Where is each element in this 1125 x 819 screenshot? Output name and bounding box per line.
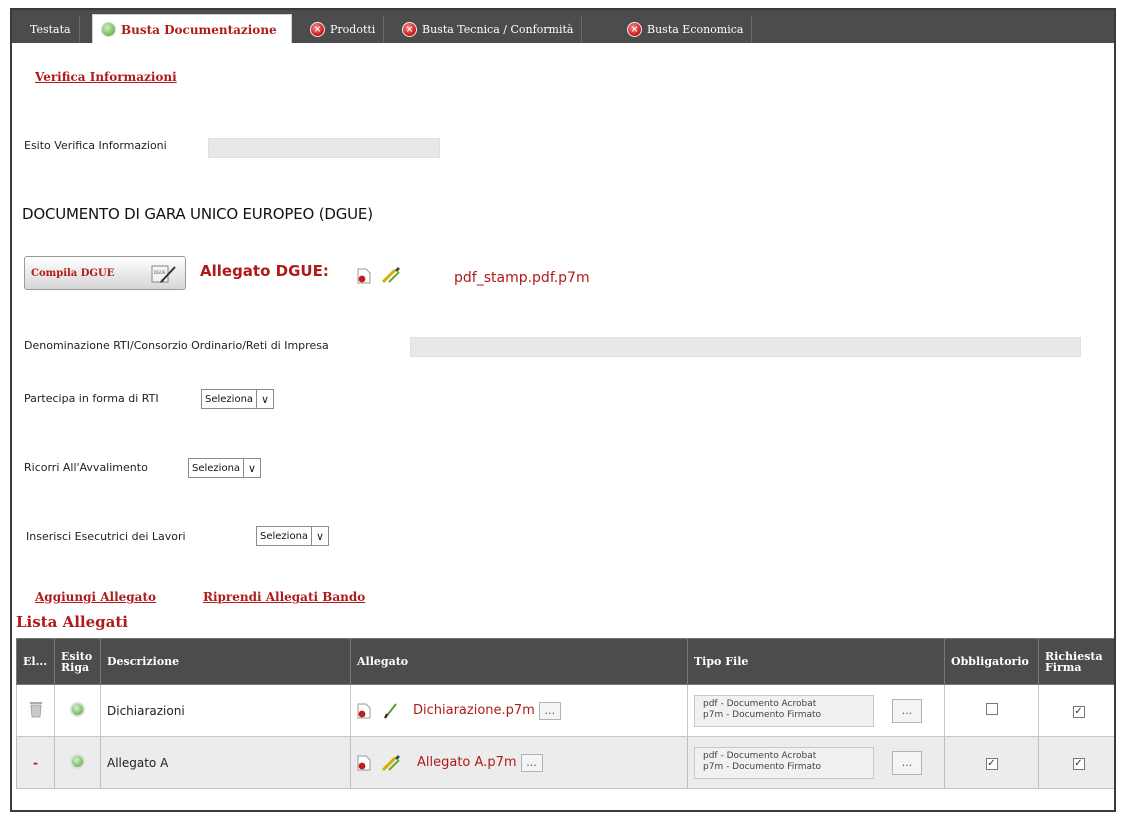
check-ok-icon <box>70 753 85 769</box>
tipo-file-line: p7m - Documento Firmato <box>703 761 822 772</box>
denominazione-field[interactable] <box>410 337 1081 357</box>
tab-label: Testata <box>30 23 71 36</box>
aggiungi-allegato-link[interactable]: Aggiungi Allegato <box>35 590 156 604</box>
tab-label: Busta Documentazione <box>121 22 277 37</box>
chevron-down-icon: ∨ <box>243 459 260 477</box>
row-tipo-file-cell: pdf - Documento Acrobat p7m - Documento … <box>687 684 945 737</box>
row-obbligatorio-cell <box>944 684 1039 737</box>
dgue-title: DOCUMENTO DI GARA UNICO EUROPEO (DGUE) <box>22 205 373 223</box>
row-delete-cell: - <box>16 736 55 789</box>
row-allegato-cell: Allegato A.p7m ... <box>350 736 688 789</box>
svg-text:DGUE: DGUE <box>154 270 166 275</box>
avvalimento-label: Ricorri All'Avvalimento <box>24 461 148 474</box>
richiesta-firma-checkbox[interactable]: ✓ <box>1072 758 1085 770</box>
allegati-table: El... Esito Riga Descrizione Allegato Ti… <box>16 638 1114 789</box>
row-esito-cell <box>54 684 101 737</box>
pdf-file-icon[interactable] <box>357 268 371 284</box>
row-delete-cell <box>16 684 55 737</box>
tab-busta-documentazione[interactable]: Busta Documentazione <box>92 14 292 44</box>
column-header-el[interactable]: El... <box>16 638 55 685</box>
avvalimento-select[interactable]: Seleziona ∨ <box>188 458 262 478</box>
allegato-dgue-file-link[interactable]: pdf_stamp.pdf.p7m <box>454 270 590 286</box>
allegato-file-link[interactable]: Allegato A.p7m <box>417 755 517 770</box>
column-header-descrizione[interactable]: Descrizione <box>100 638 351 685</box>
rti-select[interactable]: Seleziona ∨ <box>201 389 275 409</box>
table-row: Dichiarazioni Dichiarazione.p7m ... pdf … <box>16 684 1114 737</box>
esito-verifica-label: Esito Verifica Informazioni <box>24 139 167 152</box>
chevron-down-icon: ∨ <box>256 390 273 408</box>
avvalimento-select-value: Seleziona <box>192 462 241 474</box>
rti-select-value: Seleziona <box>205 393 254 405</box>
error-icon: × <box>402 22 417 37</box>
app-frame: Testata Busta Documentazione × Prodotti … <box>10 8 1116 812</box>
chevron-down-icon: ∨ <box>311 527 328 545</box>
error-icon: × <box>310 22 325 37</box>
row-allegato-cell: Dichiarazione.p7m ... <box>350 684 688 737</box>
column-header-obbligatorio[interactable]: Obbligatorio <box>944 638 1039 685</box>
tipo-file-box: pdf - Documento Acrobat p7m - Documento … <box>694 694 874 727</box>
sign-pen-icon[interactable] <box>381 266 403 284</box>
row-esito-cell <box>54 736 101 789</box>
obbligatorio-checkbox[interactable] <box>985 703 998 715</box>
browse-button[interactable]: ... <box>538 701 561 720</box>
browse-button[interactable]: ... <box>520 753 543 772</box>
table-header-row: El... Esito Riga Descrizione Allegato Ti… <box>16 638 1114 685</box>
tab-label: Busta Economica <box>647 23 744 36</box>
row-firma-cell: ✓ <box>1038 684 1114 737</box>
verifica-informazioni-link[interactable]: Verifica Informazioni <box>35 70 177 84</box>
error-icon: × <box>627 22 642 37</box>
allegato-dgue-label: Allegato DGUE: <box>200 262 329 280</box>
tipo-file-browse-button[interactable]: ... <box>892 750 922 775</box>
tab-busta-tecnica[interactable]: × Busta Tecnica / Conformità <box>394 16 583 43</box>
tab-testata[interactable]: Testata <box>22 16 80 43</box>
allegato-file-link[interactable]: Dichiarazione.p7m <box>413 703 535 718</box>
denominazione-label: Denominazione RTI/Consorzio Ordinario/Re… <box>24 339 329 352</box>
obbligatorio-checkbox[interactable]: ✓ <box>985 758 998 770</box>
table-row: - Allegato A Allegato A.p7m ... pdf - Do… <box>16 736 1114 789</box>
column-header-allegato[interactable]: Allegato <box>350 638 688 685</box>
richiesta-firma-checkbox[interactable]: ✓ <box>1072 706 1085 718</box>
tab-bar: Testata Busta Documentazione × Prodotti … <box>12 10 1114 44</box>
riprendi-allegati-bando-link[interactable]: Riprendi Allegati Bando <box>203 590 365 604</box>
pen-icon[interactable] <box>383 702 399 720</box>
column-header-esito-riga[interactable]: Esito Riga <box>54 638 101 685</box>
row-el-marker: - <box>33 755 38 770</box>
compila-dgue-label: Compila DGUE <box>31 267 115 279</box>
row-descrizione: Allegato A <box>100 736 351 789</box>
tipo-file-browse-button[interactable]: ... <box>892 698 922 723</box>
pdf-file-icon[interactable] <box>357 755 371 771</box>
compila-dgue-button[interactable]: Compila DGUE DGUE <box>24 256 186 290</box>
tab-prodotti[interactable]: × Prodotti <box>302 16 385 43</box>
pdf-file-icon[interactable] <box>357 703 371 719</box>
lista-allegati-title: Lista Allegati <box>16 613 128 631</box>
esito-verifica-field <box>208 138 440 158</box>
tab-label: Busta Tecnica / Conformità <box>422 23 574 36</box>
tipo-file-box: pdf - Documento Acrobat p7m - Documento … <box>694 746 874 779</box>
row-firma-cell: ✓ <box>1038 736 1114 789</box>
row-tipo-file-cell: pdf - Documento Acrobat p7m - Documento … <box>687 736 945 789</box>
row-descrizione: Dichiarazioni <box>100 684 351 737</box>
column-header-richiesta-firma[interactable]: Richiesta Firma <box>1038 638 1114 685</box>
sign-pen-icon[interactable] <box>381 754 403 772</box>
row-obbligatorio-cell: ✓ <box>944 736 1039 789</box>
esecutrici-select[interactable]: Seleziona ∨ <box>256 526 330 546</box>
tipo-file-line: pdf - Documento Acrobat <box>703 698 817 709</box>
check-ok-icon <box>101 22 116 37</box>
esecutrici-label: Inserisci Esecutrici dei Lavori <box>26 530 186 543</box>
column-header-tipo-file[interactable]: Tipo File <box>687 638 945 685</box>
esecutrici-select-value: Seleziona <box>260 530 309 542</box>
tipo-file-line: pdf - Documento Acrobat <box>703 750 817 761</box>
document-edit-icon: DGUE <box>151 265 176 283</box>
tab-label: Prodotti <box>330 23 376 36</box>
rti-label: Partecipa in forma di RTI <box>24 392 159 405</box>
tipo-file-line: p7m - Documento Firmato <box>703 709 822 720</box>
tab-busta-economica[interactable]: × Busta Economica <box>619 16 753 43</box>
check-ok-icon <box>70 701 85 717</box>
trash-icon[interactable] <box>29 700 43 718</box>
